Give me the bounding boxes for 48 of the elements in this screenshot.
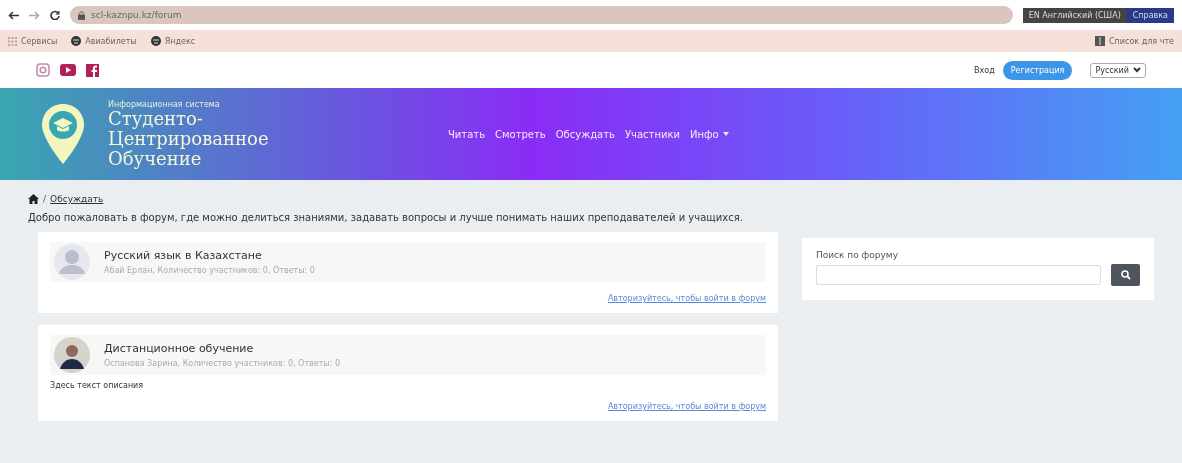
nav-link[interactable]: Участники	[624, 128, 680, 140]
search-field[interactable]	[816, 265, 1101, 285]
search-button[interactable]	[1111, 264, 1140, 286]
apps-grid-icon	[8, 36, 17, 46]
back-icon[interactable]	[8, 10, 19, 20]
language-select[interactable]: Русский	[1090, 62, 1146, 78]
bookmark[interactable]: Авиабилеты	[71, 36, 137, 46]
site-title[interactable]: Студенто-	[108, 108, 448, 129]
login-link[interactable]: Авторизуйтесь, чтобы войти в форум	[607, 294, 766, 303]
breadcrumb-separator: /	[43, 194, 47, 204]
reload-icon[interactable]	[50, 10, 60, 20]
site-title[interactable]: Центрированное	[108, 128, 448, 149]
bookmark[interactable]: Сервисы	[8, 36, 58, 46]
reading-list-button[interactable]: Список для чте	[1095, 36, 1174, 46]
intro-paragraph: Добро пожаловать в форум, где можно делиться знаниями, задавать вопросы и лучше понимать наших преподавателей и учащихся.	[28, 211, 744, 225]
globe-icon	[150, 36, 161, 46]
chevron-down-icon	[1133, 67, 1141, 73]
nav-link[interactable]: Читать	[448, 128, 486, 140]
bookmark[interactable]: Яндекс	[150, 36, 196, 46]
site-subtitle: Информационная система	[108, 99, 221, 109]
topic-title[interactable]: Дистанционное обучение	[104, 342, 340, 355]
lock-icon	[78, 10, 85, 20]
breadcrumb-link[interactable]: Обсуждать	[50, 194, 104, 204]
facebook-icon[interactable]	[86, 63, 99, 77]
avatar-silhouette-icon	[54, 337, 90, 373]
nav-link[interactable]: Инфо	[690, 128, 729, 140]
home-icon[interactable]	[28, 194, 39, 204]
nav-link[interactable]: Смотреть	[495, 128, 546, 140]
nav-link[interactable]: Обсуждать	[555, 128, 615, 140]
topic-title[interactable]: Русский язык в Казахстане	[104, 249, 315, 262]
topic-meta: Абай Ерлан, Количество участников: 0, Ответы: 0	[104, 266, 315, 275]
globe-icon	[71, 36, 82, 46]
youtube-icon[interactable]	[60, 64, 76, 76]
instagram-icon[interactable]	[36, 63, 50, 77]
avatar-placeholder-icon	[54, 244, 90, 280]
keyboard-layout-indicator[interactable]: EN Английский (США)	[1022, 7, 1127, 23]
map-pin-graduation-cap-icon[interactable]	[40, 102, 86, 166]
login-link[interactable]: Авторизуйтесь, чтобы войти в форум	[607, 402, 766, 411]
register-button[interactable]: Регистрация	[1002, 60, 1073, 80]
reading-list-icon	[1095, 36, 1105, 46]
search-label: Поиск по форуму	[816, 250, 899, 260]
address-bar[interactable]: scl-kaznpu.kz/forum	[70, 6, 1013, 24]
site-title[interactable]: Обучение	[108, 148, 448, 169]
help-button[interactable]: Справка	[1126, 7, 1174, 23]
topic-meta: Оспанова Зарина, Количество участников: 0, Ответы: 0	[104, 359, 340, 368]
search-icon	[1120, 270, 1131, 280]
login-link[interactable]: Вход	[974, 65, 995, 75]
topic-description: Здесь текст описания	[50, 381, 145, 390]
